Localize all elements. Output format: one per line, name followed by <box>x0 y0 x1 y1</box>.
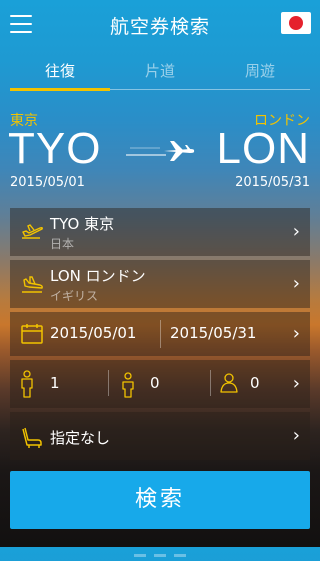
page-indicator <box>0 542 320 561</box>
search-button[interactable]: 検索 <box>10 471 310 529</box>
chevron-right-icon: › <box>292 425 300 446</box>
landing-icon <box>22 276 43 293</box>
departure-main-text: TYO 東京 <box>50 215 115 233</box>
tab-round-trip[interactable]: 往復 <box>10 60 110 81</box>
arrival-airport-row[interactable]: LON ロンドン イギリス › <box>10 260 310 308</box>
seat-class-value: 指定なし <box>50 429 111 447</box>
destination-date: 2015/05/31 <box>235 175 310 190</box>
passengers-row[interactable]: 1 0 0 › <box>10 360 310 408</box>
date-divider <box>160 320 161 348</box>
arrival-main-text: LON ロンドン <box>50 267 146 285</box>
arrival-sub-text: イギリス <box>50 289 99 303</box>
takeoff-icon <box>22 224 43 239</box>
seat-icon <box>22 427 42 448</box>
chevron-right-icon: › <box>292 221 300 242</box>
outbound-date[interactable]: 2015/05/01 <box>50 324 136 342</box>
tab-multi-city[interactable]: 周遊 <box>210 60 310 81</box>
chevron-right-icon: › <box>292 373 300 394</box>
destination-code: LON <box>216 124 310 173</box>
airplane-icon <box>126 141 195 161</box>
return-date[interactable]: 2015/05/31 <box>170 324 256 342</box>
tab-one-way[interactable]: 片道 <box>110 60 210 81</box>
active-tab-indicator <box>10 88 110 91</box>
seat-class-row[interactable]: 指定なし › <box>10 412 310 460</box>
departure-sub-text: 日本 <box>50 237 75 251</box>
origin-code: TYO <box>8 124 102 173</box>
top-bar: 航空券検索 <box>0 0 320 52</box>
adult-count[interactable]: 1 <box>50 374 60 392</box>
passenger-divider <box>108 370 109 396</box>
chevron-right-icon: › <box>292 273 300 294</box>
infant-count[interactable]: 0 <box>250 374 260 392</box>
departure-airport-row[interactable]: TYO 東京 日本 › <box>10 208 310 256</box>
child-count[interactable]: 0 <box>150 374 160 392</box>
calendar-icon <box>21 324 43 344</box>
origin-date: 2015/05/01 <box>10 175 85 190</box>
adult-icon <box>21 370 33 398</box>
dates-row[interactable]: 2015/05/01 2015/05/31 › <box>10 312 310 356</box>
japan-flag-icon[interactable] <box>281 12 311 34</box>
chevron-right-icon: › <box>292 323 300 344</box>
passenger-divider <box>210 370 211 396</box>
page-title: 航空券検索 <box>109 16 210 38</box>
child-icon <box>122 372 134 398</box>
trip-type-tabs: 往復 片道 周遊 <box>10 52 310 92</box>
infant-icon <box>220 373 238 393</box>
